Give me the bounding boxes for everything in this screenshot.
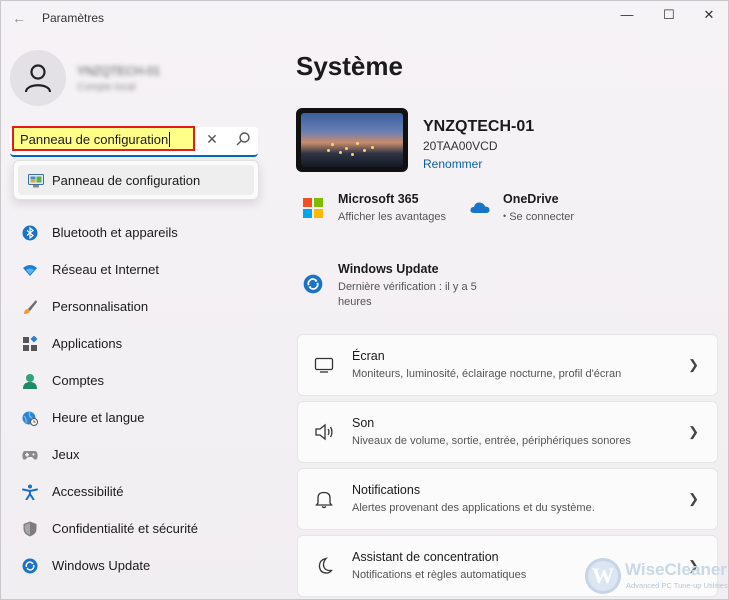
sidebar-item-label: Applications [52,336,123,351]
maximize-button[interactable]: ☐ [654,4,684,26]
sidebar-item-privacy-security[interactable]: Confidentialité et sécurité [13,512,263,546]
close-button[interactable]: ✕ [694,4,724,26]
tile-onedrive[interactable]: OneDrive • Se connecter [470,192,600,232]
search-suggestions: Panneau de configuration [13,160,259,200]
accessibility-icon [22,484,38,500]
apps-icon [23,336,38,351]
tile-subtitle-line1: Dernière vérification : il y a 5 [338,281,477,293]
moon-icon [318,557,333,574]
bell-icon [315,491,333,509]
sidebar-item-accessibility[interactable]: Accessibilité [13,475,263,509]
shield-icon [23,521,37,537]
speaker-icon [315,423,333,441]
clear-icon[interactable]: ✕ [203,130,221,148]
sidebar-item-bluetooth[interactable]: Bluetooth et appareils [13,216,263,250]
watermark-logo: W [585,558,621,594]
bluetooth-icon [22,225,38,241]
suggestion-label: Panneau de configuration [52,173,201,188]
tile-title: Microsoft 365 [338,192,419,206]
gamepad-icon [22,451,38,460]
sidebar-item-label: Heure et langue [52,410,145,425]
chevron-right-icon: ❯ [688,357,699,372]
chevron-right-icon: ❯ [688,491,699,506]
card-title: Assistant de concentration [352,550,499,564]
search-input-value: Panneau de configuration [20,132,169,147]
sidebar-item-label: Réseau et Internet [52,262,159,277]
search-box[interactable]: Panneau de configuration ✕ [10,126,258,157]
tile-subtitle: Afficher les avantages [338,211,447,223]
device-wallpaper-thumbnail [296,108,408,172]
sidebar-item-label: Accessibilité [52,484,124,499]
update-icon [22,558,38,574]
watermark-name: WiseCleaner [625,560,727,579]
tile-microsoft-365[interactable]: Microsoft 365 Afficher les avantages [303,192,463,232]
sidebar-item-label: Windows Update [52,558,151,573]
microsoft-logo-icon [303,198,323,218]
avatar[interactable] [10,50,66,106]
sidebar-item-label: Comptes [52,373,105,388]
user-name: YNZQTECH-01 [77,64,161,78]
watermark: W WiseCleaner Advanced PC Tune-up Utilit… [585,556,728,598]
back-arrow-icon[interactable]: ← [9,8,29,28]
card-title: Écran [352,349,385,363]
card-title: Son [352,416,375,430]
onedrive-icon [470,202,490,213]
tile-title: OneDrive [503,192,559,206]
sidebar-item-label: Confidentialité et sécurité [52,521,198,536]
watermark-tagline: Advanced PC Tune-up Utilities [626,581,728,590]
search-input[interactable]: Panneau de configuration [12,126,195,151]
monitor-icon [314,357,334,373]
text-caret [169,132,171,147]
card-subtitle: Alertes provenant des applications et du… [352,502,595,514]
page-title: Système [296,51,403,81]
sidebar-item-apps[interactable]: Applications [13,327,263,361]
globe-clock-icon [22,411,38,426]
card-sound[interactable]: Son Niveaux de volume, sortie, entrée, p… [297,401,718,463]
title-bar: ← Paramètres — ☐ ✕ [1,1,728,35]
sidebar-item-gaming[interactable]: Jeux [13,438,263,472]
tile-subtitle: Se connecter [509,211,575,223]
sidebar-item-label: Jeux [52,447,80,462]
card-display[interactable]: Écran Moniteurs, luminosité, éclairage n… [297,334,718,396]
sidebar-item-windows-update[interactable]: Windows Update [13,549,263,583]
device-name: YNZQTECH-01 [423,118,535,135]
sidebar: YNZQTECH-01 Compte local Panneau de conf… [1,35,276,599]
person-icon [23,374,37,389]
app-title: Paramètres [42,11,105,25]
user-account-type: Compte local [77,82,136,93]
wallpaper-image [301,113,403,167]
person-icon [24,64,52,93]
brush-icon [24,300,37,314]
control-panel-icon [28,174,44,188]
sidebar-item-accounts[interactable]: Comptes [13,364,263,398]
card-subtitle: Niveaux de volume, sortie, entrée, périp… [352,435,631,447]
minimize-button[interactable]: — [612,4,642,26]
card-notifications[interactable]: Notifications Alertes provenant des appl… [297,468,718,530]
card-subtitle: Moniteurs, luminosité, éclairage nocturn… [352,368,622,380]
chevron-right-icon: ❯ [688,424,699,439]
tile-status: • Se connecter [503,211,574,223]
device-model: 20TAA00VCD [423,139,498,153]
search-icon[interactable] [235,131,251,147]
tile-subtitle-line2: heures [338,296,372,308]
sidebar-item-label: Bluetooth et appareils [52,225,178,240]
wifi-icon [23,265,37,276]
tile-windows-update[interactable]: Windows Update Dernière vérification : i… [303,262,503,312]
sidebar-item-time-language[interactable]: Heure et langue [13,401,263,435]
card-title: Notifications [352,483,421,497]
card-subtitle: Notifications et règles automatiques [352,569,527,581]
suggestion-item[interactable]: Panneau de configuration [18,165,254,195]
sidebar-item-label: Personnalisation [52,299,149,314]
status-dot-icon: • [503,211,507,221]
rename-link[interactable]: Renommer [423,157,482,171]
sidebar-item-personalization[interactable]: Personnalisation [13,290,263,324]
settings-window: ← Paramètres — ☐ ✕ YNZQTECH-01 Compte lo… [0,0,729,600]
sidebar-item-network[interactable]: Réseau et Internet [13,253,263,287]
main-content: Système YNZQTECH-01 20TAA00VCD Renommer … [276,35,728,599]
update-icon [303,274,323,294]
tile-title: Windows Update [338,262,439,276]
